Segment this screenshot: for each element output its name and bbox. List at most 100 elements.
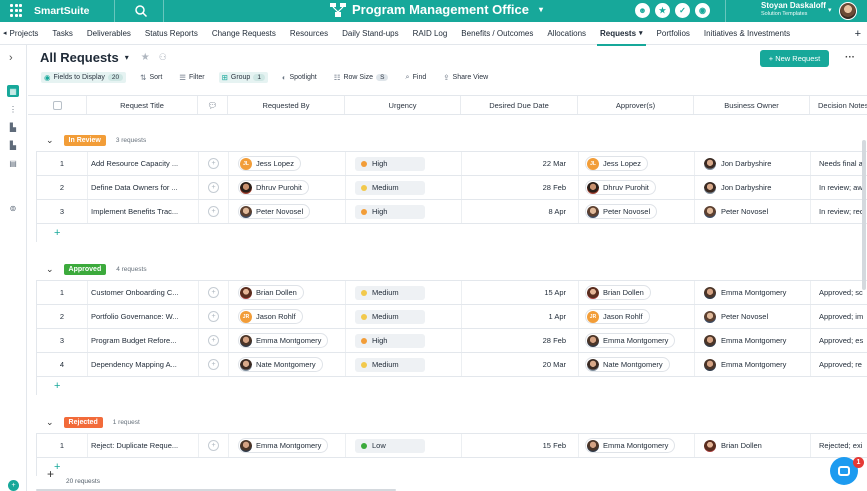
approver-cell[interactable]: Nate Montgomery [579,353,695,376]
workspace-switcher[interactable]: Program Management Office ▾ [330,2,543,17]
comment-cell[interactable]: + [199,329,229,352]
business-owner-cell[interactable]: Jon Darbyshire [695,152,811,175]
approver-cell[interactable]: Dhruv Purohit [579,176,695,199]
urgency-value[interactable]: High [355,156,425,171]
tab-status-reports[interactable]: Status Reports [138,22,205,45]
tab-initiatives-investments[interactable]: Initiatives & Investments [697,22,797,45]
due-date-cell[interactable]: 8 Apr [462,200,579,223]
bell-icon[interactable]: ◉ [695,3,710,18]
urgency-cell[interactable]: Medium [346,353,462,376]
column-header-urgency[interactable]: Urgency [345,96,461,114]
table-row[interactable]: 1 Reject: Duplicate Reque... + Emma Montgom… [37,434,867,458]
business-owner-value[interactable]: Jon Darbyshire [704,181,771,194]
user-menu[interactable]: Stoyan Daskaloff Solution Templates [761,2,826,18]
business-owner-cell[interactable]: Jon Darbyshire [695,176,811,199]
approver-cell[interactable]: Brian Dollen [579,281,695,304]
tab-requests[interactable]: Requests ▾ [593,22,650,46]
table-row[interactable]: 4 Dependency Mapping A... + Nate Montgomery… [37,353,867,377]
due-date-cell[interactable]: 22 Mar [462,152,579,175]
approver-value[interactable]: Nate Montgomery [585,357,670,372]
add-comment-icon[interactable]: + [208,311,219,322]
decision-notes-cell[interactable]: Approved; sc [811,281,867,304]
tab-raid-log[interactable]: RAID Log [406,22,455,45]
business-owner-value[interactable]: Emma Montgomery [704,334,786,347]
tab-benefits-outcomes[interactable]: Benefits / Outcomes [454,22,540,45]
more-options-icon[interactable]: ··· [845,52,855,63]
decision-notes-cell[interactable]: Approved; im [811,305,867,328]
requested-by-value[interactable]: Emma Montgomery [238,333,329,348]
business-owner-value[interactable]: Jon Darbyshire [704,157,771,170]
decision-notes-cell[interactable]: In review; red [811,200,867,223]
due-date-cell[interactable]: 28 Feb [462,329,579,352]
add-comment-icon[interactable]: + [208,359,219,370]
business-owner-value[interactable]: Emma Montgomery [704,286,786,299]
requested-by-value[interactable]: JL Jess Lopez [238,156,301,171]
table-row[interactable]: 3 Program Budget Refore... + Emma Montgomer… [37,329,867,353]
comment-cell[interactable]: + [199,281,229,304]
requested-by-cell[interactable]: JR Jason Rohlf [229,305,346,328]
add-record-button[interactable]: + [37,224,867,242]
business-owner-cell[interactable]: Peter Novosel [695,200,811,223]
add-record-button[interactable]: + [47,467,54,481]
request-title[interactable]: Portfolio Governance: W... [88,305,199,328]
add-comment-icon[interactable]: + [208,182,219,193]
chart-icon[interactable]: ▙ [7,121,19,133]
requested-by-value[interactable]: Emma Montgomery [238,438,329,453]
add-comment-icon[interactable]: + [208,440,219,451]
column-header-title[interactable]: Request Title [87,96,198,114]
urgency-value[interactable]: High [355,204,425,219]
due-date-cell[interactable]: 20 Mar [462,353,579,376]
request-title[interactable]: Implement Benefits Trac... [88,200,199,223]
table-row[interactable]: 2 Portfolio Governance: W... + JR Jason Rohl… [37,305,867,329]
column-header-approvers[interactable]: Approver(s) [578,96,694,114]
settings-icon[interactable]: ⊚ [7,202,19,214]
decision-notes-cell[interactable]: Needs final a [811,152,867,175]
sort-button[interactable]: ⇅ Sort [137,72,165,83]
urgency-value[interactable]: High [355,333,425,348]
vertical-scrollbar[interactable] [862,140,866,290]
urgency-value[interactable]: Low [355,438,425,453]
table-row[interactable]: 3 Implement Benefits Trac... + Peter Novose… [37,200,867,224]
due-date-cell[interactable]: 1 Apr [462,305,579,328]
row-number[interactable]: 3 [37,329,88,352]
requested-by-value[interactable]: JR Jason Rohlf [238,309,303,324]
decision-notes-cell[interactable]: Approved; es [811,329,867,352]
tab-portfolios[interactable]: Portfolios [650,22,697,45]
row-number[interactable]: 3 [37,200,88,223]
requested-by-cell[interactable]: Nate Montgomery [229,353,346,376]
avatar[interactable] [839,2,857,20]
approver-cell[interactable]: JR Jason Rohlf [579,305,695,328]
requested-by-value[interactable]: Nate Montgomery [238,357,323,372]
due-date-cell[interactable]: 15 Feb [462,434,579,457]
fields-to-display-button[interactable]: ◉ Fields to Display 20 [41,71,127,83]
request-title[interactable]: Dependency Mapping A... [88,353,199,376]
comment-cell[interactable]: + [199,200,229,223]
business-owner-cell[interactable]: Emma Montgomery [695,281,811,304]
tab-projects[interactable]: ◂ Projects [0,22,45,45]
table-row[interactable]: 2 Define Data Owners for ... + Dhruv Purohi… [37,176,867,200]
business-owner-value[interactable]: Peter Novosel [704,205,768,218]
urgency-value[interactable]: Medium [355,357,425,372]
urgency-cell[interactable]: Medium [346,176,462,199]
column-header-decision-notes[interactable]: Decision Notes [810,96,867,114]
chevron-down-icon[interactable]: ⌄ [46,417,54,428]
view-selector[interactable]: All Requests ▾ ★ ⚇ [40,50,167,65]
add-comment-icon[interactable]: + [208,335,219,346]
add-record-button[interactable]: + [37,377,867,395]
select-all-checkbox[interactable] [52,100,62,110]
urgency-cell[interactable]: Low [346,434,462,457]
chevron-right-icon[interactable]: › [9,52,13,64]
urgency-cell[interactable]: Medium [346,281,462,304]
share-icon[interactable]: ⚇ [159,52,167,63]
add-comment-icon[interactable]: + [208,287,219,298]
tab-deliverables[interactable]: Deliverables [80,22,138,45]
chevron-down-icon[interactable]: ⌄ [46,264,54,275]
approver-cell[interactable]: Peter Novosel [579,200,695,223]
business-owner-cell[interactable]: Brian Dollen [695,434,811,457]
add-comment-icon[interactable]: + [208,158,219,169]
requested-by-cell[interactable]: Peter Novosel [229,200,346,223]
add-table-button[interactable]: + [855,22,861,45]
comment-cell[interactable]: + [199,152,229,175]
column-header-requested-by[interactable]: Requested By [228,96,345,114]
approver-cell[interactable]: JL Jess Lopez [579,152,695,175]
